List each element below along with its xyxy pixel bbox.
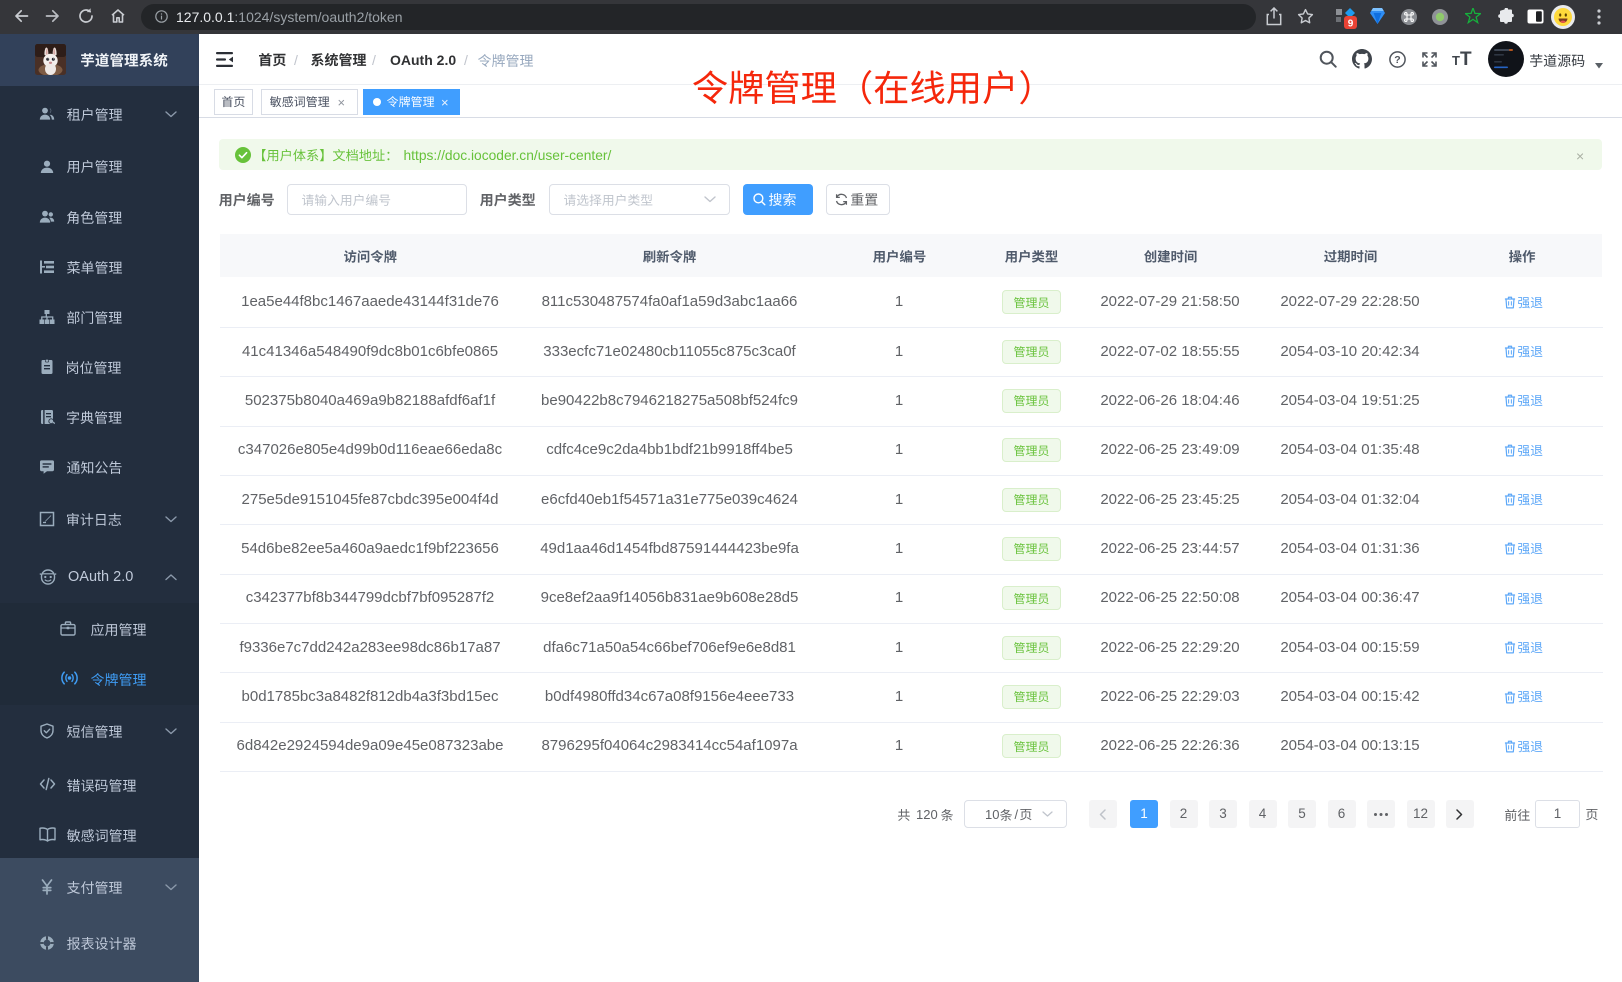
svg-text:?: ?: [1394, 54, 1400, 66]
svg-text:9: 9: [1348, 18, 1354, 29]
